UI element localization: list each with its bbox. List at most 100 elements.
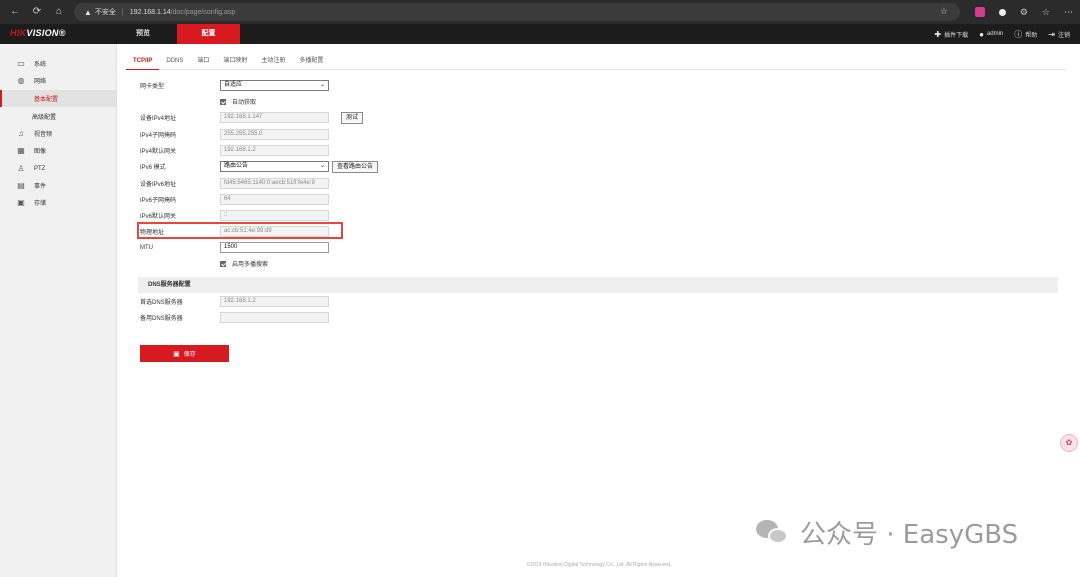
sidebar-item-label: 存储 (34, 201, 47, 207)
extension-area: ⚙ ☆ ⋯ (968, 0, 1080, 24)
tab-multicast[interactable]: 多播配置 (292, 54, 330, 70)
nic-type-label: 网卡类型 (140, 84, 165, 90)
tab-tcp-ip[interactable]: TCP/IP (126, 54, 160, 70)
sidebar-item-event[interactable]: ▤ 事件 (0, 177, 117, 194)
sidebar-item-basic-config[interactable]: 基本配置 (0, 90, 117, 107)
sidebar-item-system[interactable]: ▭ 系统 (0, 55, 117, 72)
ipv4-row: 设备IPv4地址 192.168.1.147 测试 (140, 111, 364, 124)
ipv4-address-field[interactable]: 192.168.1.147 (220, 112, 329, 123)
watermark-text: 公众号 · EasyGBS (800, 519, 1019, 550)
secondary-dns-field[interactable] (220, 312, 329, 323)
home-icon[interactable]: ⌂ (52, 5, 66, 19)
extensions-puzzle-icon[interactable]: ⚙ (1020, 7, 1028, 18)
multicast-search-checkbox[interactable] (220, 260, 226, 267)
ipv6-mode-row: IPv6 模式 路由公告 ⌄ 查看路由公告 (140, 160, 379, 173)
security-warning[interactable]: 不安全 (95, 7, 116, 17)
tab-active-register[interactable]: 主动注册 (254, 54, 292, 70)
sidebar-item-label: 基本配置 (34, 97, 59, 103)
logout-label: 注销 (1057, 32, 1070, 39)
ipv6-gateway-field[interactable]: :: (220, 210, 329, 221)
sidebar-item-advanced-config[interactable]: 高级配置 (0, 108, 117, 125)
nic-type-row: 网卡类型 自适应 ⌄ (140, 79, 329, 92)
sidebar-item-label: 视音频 (34, 132, 53, 138)
sidebar-item-label: 图像 (34, 149, 47, 155)
floating-assistant-icon[interactable]: ✿ (1060, 434, 1078, 452)
primary-dns-row: 首选DNS服务器 192.168.1.2 (140, 295, 329, 308)
favorites-icon[interactable]: ☆ (1042, 7, 1050, 18)
primary-dns-field[interactable]: 192.168.1.2 (220, 296, 329, 307)
audio-video-icon: ♫ (18, 129, 24, 138)
plugin-icon: ✚ (934, 29, 942, 39)
help-link[interactable]: ⓘ 帮助 (1014, 29, 1037, 40)
reload-icon[interactable]: ⟳ (30, 5, 44, 19)
save-button[interactable]: ▣ 保存 (140, 345, 229, 362)
save-button-label: 保存 (183, 352, 196, 358)
tab-preview[interactable]: 预览 (114, 24, 172, 44)
sidebar-item-label: 高级配置 (32, 115, 57, 121)
username-label: admin (986, 31, 1004, 37)
storage-icon: ▣ (17, 198, 25, 207)
image-icon: ▦ (17, 146, 25, 155)
ipv6-mode-label: IPv6 模式 (140, 165, 166, 171)
app-header: HIKVISION® 预览 配置 ✚ 插件下载 ● admin ⓘ 帮助 ⇥ 注… (0, 24, 1080, 44)
tab-ddns[interactable]: DDNS (159, 54, 190, 70)
plugin-download-label: 插件下载 (944, 32, 969, 39)
primary-dns-label: 首选DNS服务器 (140, 300, 183, 306)
logout-link[interactable]: ⇥ 注销 (1048, 30, 1070, 39)
user-menu[interactable]: ● admin (979, 30, 1003, 39)
sidebar-item-ptz[interactable]: ♙ PTZ (0, 160, 117, 177)
sidebar: ▭ 系统 ◍ 网络 基本配置 高级配置 ♫ 视音频 ▦ 图像 ♙ PTZ ▤ 事… (0, 44, 117, 577)
help-icon: ⓘ (1014, 29, 1023, 39)
extension-icon[interactable] (974, 7, 985, 17)
ipv6-prefix-field[interactable]: 64 (220, 194, 329, 205)
nic-type-select[interactable]: 自适应 ⌄ (220, 80, 329, 91)
ptz-icon: ♙ (17, 164, 25, 173)
bookmark-star-icon[interactable]: ☆ (940, 6, 948, 17)
ipv6-prefix-label: IPv6子网掩码 (140, 198, 177, 204)
sidebar-item-label: 事件 (34, 184, 47, 190)
mtu-label: MTU (140, 244, 153, 251)
sidebar-item-network[interactable]: ◍ 网络 (0, 72, 117, 89)
ipv6-gateway-label: IPv6默认网关 (140, 214, 177, 220)
ipv4-label: 设备IPv4地址 (140, 116, 177, 122)
hikvision-logo: HIKVISION® (10, 28, 66, 38)
sidebar-item-image[interactable]: ▦ 图像 (0, 142, 117, 159)
sidebar-item-audio-video[interactable]: ♫ 视音频 (0, 125, 117, 142)
plugin-download-link[interactable]: ✚ 插件下载 (934, 30, 968, 39)
mask-row: IPv4子网掩码 255.255.255.0 (140, 128, 329, 141)
gateway-label: IPv4默认网关 (140, 149, 177, 155)
ipv6-mode-select[interactable]: 路由公告 ⌄ (220, 161, 329, 172)
auto-obtain-checkbox[interactable] (220, 98, 226, 105)
gateway-row: IPv4默认网关 192.168.1.2 (140, 144, 329, 157)
tab-config[interactable]: 配置 (177, 24, 240, 44)
user-icon: ● (979, 29, 984, 39)
more-menu-icon[interactable]: ⋯ (1064, 7, 1073, 18)
address-bar[interactable]: ▲ 不安全 | 192.168.1.14 /doc/page/config.as… (74, 3, 960, 21)
tab-port-mapping[interactable]: 端口映射 (216, 54, 254, 70)
auto-obtain-label: 自动获取 (232, 100, 257, 106)
ipv6-address-label: 设备IPv6地址 (140, 182, 177, 188)
tab-port[interactable]: 端口 (190, 54, 216, 70)
test-button[interactable]: 测试 (341, 111, 364, 124)
chevron-down-icon: ⌄ (319, 82, 325, 88)
globe-icon: ◍ (17, 76, 25, 85)
back-icon[interactable]: ← (8, 5, 22, 19)
ipv6-address-field[interactable]: fd45:5465:1140:0:aecb:51ff:fe4e:9 (220, 178, 329, 189)
subnet-mask-field[interactable]: 255.255.255.0 (220, 129, 329, 140)
view-route-advertisement-button[interactable]: 查看路由公告 (332, 160, 379, 173)
url-host: 192.168.1.14 (129, 8, 171, 16)
mtu-field[interactable]: 1500 (220, 242, 329, 253)
sidebar-item-storage[interactable]: ▣ 存储 (0, 194, 117, 211)
ipv6-gateway-row: IPv6默认网关 :: (140, 209, 329, 222)
main-content: TCP/IP DDNS 端口 端口映射 主动注册 多播配置 网卡类型 自适应 ⌄… (118, 44, 1080, 577)
sidebar-item-label: 系统 (34, 62, 47, 68)
extension-dot-icon[interactable] (998, 8, 1006, 16)
monitor-icon: ▭ (17, 59, 25, 68)
event-calendar-icon: ▤ (17, 181, 25, 190)
url-path: /doc/page/config.asp (170, 8, 236, 16)
multicast-search-label: 启用多播搜索 (232, 262, 269, 268)
sidebar-item-label: PTZ (34, 165, 46, 172)
mtu-row: MTU 1500 (140, 241, 329, 254)
header-actions: ✚ 插件下载 ● admin ⓘ 帮助 ⇥ 注销 (923, 24, 1070, 44)
gateway-field[interactable]: 192.168.1.2 (220, 145, 329, 156)
